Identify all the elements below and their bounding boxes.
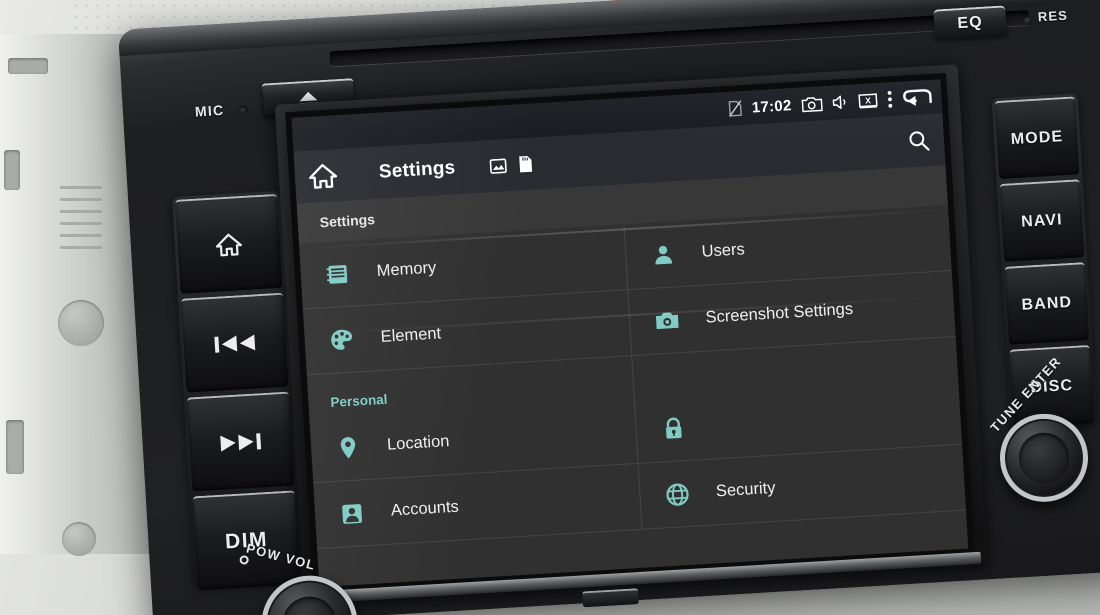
list-item-label: Accounts [390, 497, 460, 520]
chassis-mount-hole [62, 522, 96, 556]
page-title: Settings [378, 157, 456, 183]
list-item-label: Users [701, 240, 746, 261]
home-icon [215, 233, 243, 257]
chassis-vent [60, 198, 102, 201]
chassis-vent [60, 234, 102, 237]
mic-label: MIC [194, 101, 225, 120]
camera-icon [801, 95, 823, 113]
chassis-slot [8, 58, 48, 74]
settings-column-right: Users Screenshot Settings Security [623, 205, 966, 530]
palette-icon [326, 324, 358, 356]
screen-off-icon: X [858, 92, 878, 109]
volume-icon [832, 94, 849, 111]
hw-button-band[interactable]: BAND [1004, 262, 1090, 345]
hw-button-home[interactable] [175, 193, 283, 294]
status-bar-right: 17:02 X [728, 88, 933, 118]
settings-columns: Memory Element Personal Location Account… [298, 205, 966, 550]
previous-track-icon [214, 334, 256, 353]
car-stereo-head-unit: MIC EQ RES DIM MODE NAVI BAND DISC 17:02… [118, 0, 1100, 615]
knob-face [1017, 431, 1071, 484]
chassis-slot [4, 150, 20, 190]
location-pin-icon [332, 432, 364, 464]
camera-icon [651, 305, 683, 337]
next-track-icon [220, 433, 262, 452]
user-icon [647, 239, 679, 271]
front-usb-aux-port[interactable] [582, 588, 639, 608]
settings-column-left: Memory Element Personal Location Account… [298, 224, 643, 550]
hw-button-mode[interactable]: MODE [994, 96, 1080, 179]
list-item-label: Location [386, 432, 450, 454]
status-bar-clock: 17:02 [751, 96, 793, 117]
lock-icon [657, 412, 689, 444]
res-label: RES [1037, 7, 1069, 25]
chassis-vent [60, 210, 102, 213]
back-arrow-icon[interactable] [902, 88, 933, 108]
chassis-vent [60, 246, 102, 249]
accounts-icon [336, 498, 368, 530]
hw-button-dim[interactable]: DIM [192, 490, 301, 591]
knob-face [281, 595, 338, 615]
list-item-label: Memory [376, 258, 437, 281]
list-item-label: Element [380, 324, 442, 346]
globe-icon [661, 478, 693, 510]
list-item-label: Screenshot Settings [705, 299, 854, 327]
hw-button-navi[interactable]: NAVI [999, 179, 1085, 262]
sim-off-icon [728, 100, 743, 117]
chassis-vent [60, 186, 102, 189]
eq-button[interactable]: EQ [933, 5, 1007, 40]
sd-card-icon [518, 155, 533, 174]
chassis-slot [6, 420, 24, 474]
hw-button-previous[interactable] [181, 292, 289, 393]
lcd-touchscreen[interactable]: 17:02 X Settings Settings Memory Element… [291, 79, 969, 588]
overflow-menu-icon[interactable] [887, 90, 893, 108]
svg-text:X: X [865, 95, 872, 105]
chassis-mount-hole [58, 300, 104, 346]
hw-button-next[interactable] [186, 391, 295, 492]
memory-icon [322, 258, 354, 290]
screenshot-icon [489, 158, 507, 174]
list-item-label: Security [715, 478, 776, 501]
home-icon[interactable] [308, 162, 338, 190]
action-bar-spacer [532, 141, 908, 163]
search-icon[interactable] [907, 129, 930, 152]
chassis-vent [60, 222, 102, 225]
